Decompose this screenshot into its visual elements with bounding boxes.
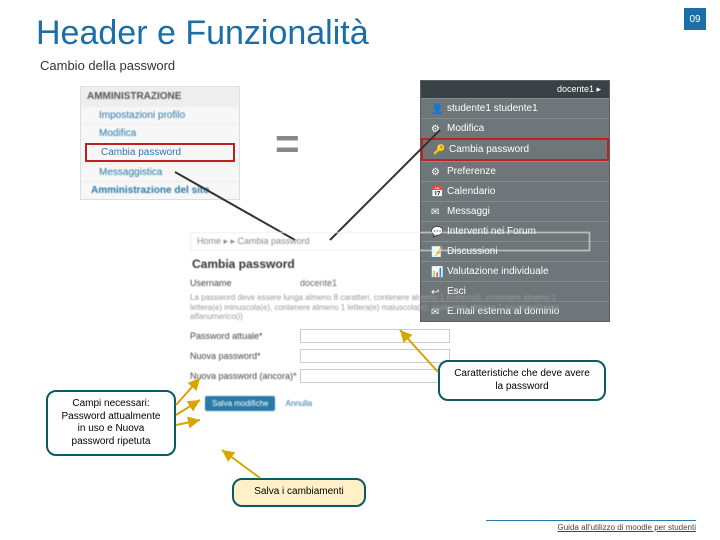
callout-save: Salva i cambiamenti xyxy=(232,478,366,507)
confirm-password-input[interactable] xyxy=(300,369,450,383)
message-icon: ✉ xyxy=(431,207,441,217)
user-menu-label: Calendario xyxy=(447,186,495,197)
user-menu-item: 📅 Calendario xyxy=(421,181,609,201)
user-header: docente1 ▸ xyxy=(421,81,609,98)
admin-heading: AMMINISTRAZIONE xyxy=(81,87,239,106)
user-menu-item: ⚙ Modifica xyxy=(421,118,609,138)
current-password-input[interactable] xyxy=(300,329,450,343)
callout-required-fields: Campi necessari: Password attualmente in… xyxy=(46,390,176,456)
gear-icon: ⚙ xyxy=(431,167,441,177)
form-title: Cambia password xyxy=(192,257,590,271)
new-password-input[interactable] xyxy=(300,349,450,363)
username-value: docente1 xyxy=(300,278,337,288)
password-requirements: La password deve essere lunga almeno 8 c… xyxy=(190,293,590,322)
user-menu-item-highlighted: 🔑 Cambia password xyxy=(421,138,609,161)
cancel-button[interactable]: Annulla xyxy=(285,399,312,408)
save-button[interactable]: Salva modifiche xyxy=(205,396,275,411)
confirm-password-label: Nuova password (ancora)* xyxy=(190,371,300,381)
header-user-label: docente1 ▸ xyxy=(557,84,601,95)
admin-item: Messaggistica xyxy=(81,163,239,181)
admin-block: AMMINISTRAZIONE Impostazioni profilo Mod… xyxy=(80,86,240,200)
equals-icon: = xyxy=(275,120,300,168)
person-icon: 👤 xyxy=(431,104,441,114)
slide-title: Header e Funzionalità xyxy=(36,14,369,53)
username-label: Username xyxy=(190,278,300,288)
current-password-label: Password attuale* xyxy=(190,331,300,341)
admin-item: Impostazioni profilo xyxy=(81,106,239,124)
new-password-label: Nuova password* xyxy=(190,351,300,361)
user-menu-label: Preferenze xyxy=(447,166,496,177)
gear-icon: ⚙ xyxy=(431,124,441,134)
user-menu-label: Cambia password xyxy=(449,144,529,155)
user-menu-item: ⚙ Preferenze xyxy=(421,161,609,181)
user-menu-label: Messaggi xyxy=(447,206,490,217)
slide-subtitle: Cambio della password xyxy=(40,58,175,73)
page-number-badge: 09 xyxy=(684,8,706,30)
user-menu-label: studente1 studente1 xyxy=(447,103,538,114)
key-icon: 🔑 xyxy=(433,145,443,155)
callout-password-rules: Caratteristiche che deve avere la passwo… xyxy=(438,360,606,401)
user-menu-item: 👤 studente1 studente1 xyxy=(421,98,609,118)
footer-link: Guida all'utilizzo di moodle per student… xyxy=(486,520,696,532)
admin-item-highlighted: Cambia password xyxy=(85,143,235,162)
breadcrumb: Home ▸ ▸ Cambia password xyxy=(190,232,590,251)
admin-site-link: Amministrazione del sito xyxy=(81,181,239,199)
calendar-icon: 📅 xyxy=(431,187,441,197)
admin-item: Modifica xyxy=(81,124,239,142)
user-menu-label: Modifica xyxy=(447,123,484,134)
user-menu-item: ✉ Messaggi xyxy=(421,201,609,221)
